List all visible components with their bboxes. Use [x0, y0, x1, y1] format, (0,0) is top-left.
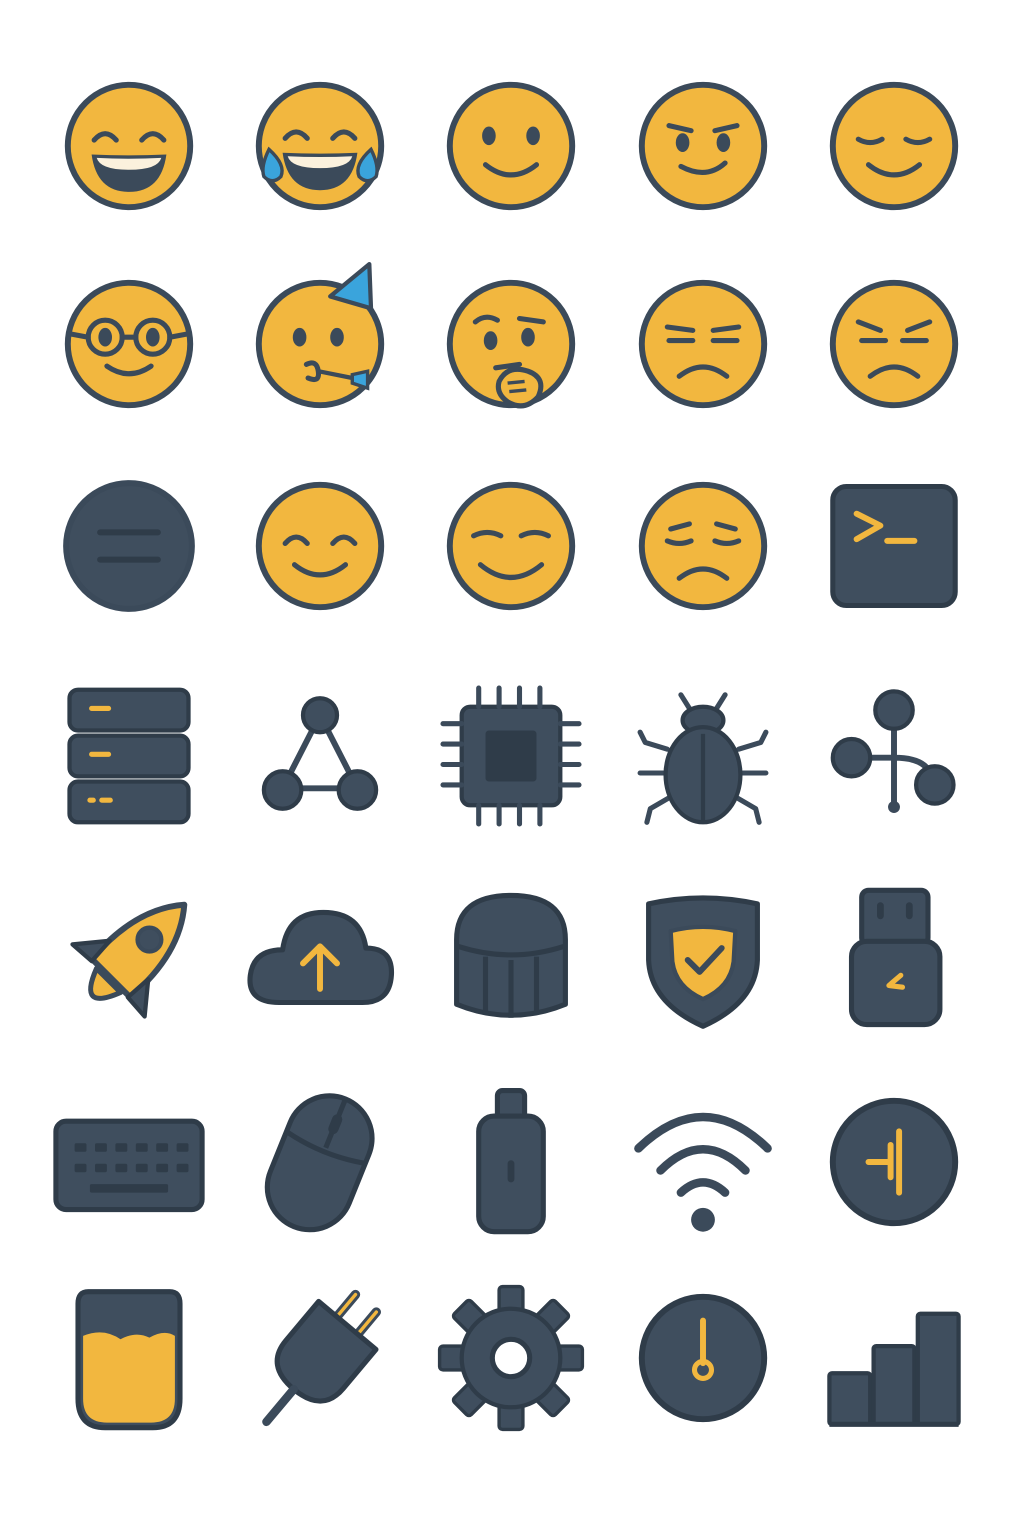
smirking-face-icon — [607, 46, 799, 246]
speedometer-gauge-icon-graphic — [638, 1293, 768, 1423]
blushing-face-icon-graphic — [446, 481, 576, 611]
partying-face-icon-graphic — [255, 261, 385, 409]
smiling-face-icon — [415, 46, 607, 246]
database-drum-icon-graphic — [454, 892, 568, 1018]
cpu-chip-icon-graphic — [440, 685, 582, 827]
battery-level-icon — [33, 1258, 225, 1458]
smiling-face-icon-graphic — [446, 81, 576, 211]
cloud-upload-icon-graphic — [247, 909, 394, 1006]
sad-face-icon-graphic — [638, 481, 768, 611]
relieved-face-icon — [798, 46, 990, 246]
wifi-signal-icon-graphic — [634, 1112, 772, 1232]
rocket-icon-graphic — [70, 901, 188, 1019]
battery-level-icon-graphic — [75, 1289, 183, 1431]
thinking-face-icon-graphic — [446, 279, 576, 409]
nerd-face-icon-graphic — [64, 279, 194, 409]
grinning-face-icon — [33, 46, 225, 246]
thinking-face-icon — [415, 244, 607, 444]
power-plug-icon-graphic — [262, 1289, 381, 1427]
unamused-face-icon — [607, 244, 799, 444]
database-drum-icon — [415, 860, 607, 1060]
terminal-icon — [798, 446, 990, 646]
computer-mouse-icon — [224, 1062, 416, 1262]
partying-face-icon — [224, 244, 416, 444]
happy-face-icon-graphic — [255, 481, 385, 611]
network-nodes-icon — [224, 656, 416, 856]
wifi-signal-icon — [607, 1062, 799, 1262]
sad-face-icon — [607, 446, 799, 646]
bug-icon-graphic — [637, 692, 769, 825]
unamused-face-icon-graphic — [638, 279, 768, 409]
usb-drive-icon — [798, 860, 990, 1060]
gear-icon-graphic — [437, 1284, 585, 1432]
keyboard-icon — [33, 1062, 225, 1262]
grinning-face-icon-graphic — [64, 81, 194, 211]
rocket-icon — [33, 860, 225, 1060]
frowning-face-icon-graphic — [829, 279, 959, 409]
power-button-icon — [798, 1062, 990, 1262]
tears-of-joy-face-icon-graphic — [255, 81, 385, 211]
git-branch-icon — [798, 656, 990, 856]
keyboard-icon-graphic — [53, 1118, 205, 1213]
cloud-upload-icon — [224, 860, 416, 1060]
usb-drive-icon-graphic — [848, 887, 943, 1028]
security-shield-icon — [607, 860, 799, 1060]
speedometer-gauge-icon — [607, 1258, 799, 1458]
network-nodes-icon-graphic — [261, 696, 379, 811]
icon-sheet — [0, 0, 1024, 1536]
bar-chart-icon-graphic — [827, 1311, 961, 1427]
terminal-icon-graphic — [830, 483, 958, 609]
power-button-icon-graphic — [829, 1097, 959, 1227]
usb-stick-icon-graphic — [476, 1088, 546, 1235]
server-stack-icon-graphic — [67, 687, 191, 825]
git-branch-icon-graphic — [830, 689, 956, 813]
server-stack-icon — [33, 656, 225, 856]
minus-circle-icon-graphic — [63, 480, 195, 612]
happy-face-icon — [224, 446, 416, 646]
computer-mouse-icon-graphic — [264, 1093, 375, 1233]
relieved-face-icon-graphic — [829, 81, 959, 211]
bug-icon — [607, 656, 799, 856]
blushing-face-icon — [415, 446, 607, 646]
gear-icon — [415, 1258, 607, 1458]
frowning-face-icon — [798, 244, 990, 444]
power-plug-icon — [224, 1258, 416, 1458]
nerd-face-icon — [33, 244, 225, 444]
usb-stick-icon — [415, 1062, 607, 1262]
minus-circle-icon — [33, 446, 225, 646]
cpu-chip-icon — [415, 656, 607, 856]
security-shield-icon-graphic — [646, 895, 760, 1029]
bar-chart-icon — [798, 1258, 990, 1458]
tears-of-joy-face-icon — [224, 46, 416, 246]
smirking-face-icon-graphic — [638, 81, 768, 211]
